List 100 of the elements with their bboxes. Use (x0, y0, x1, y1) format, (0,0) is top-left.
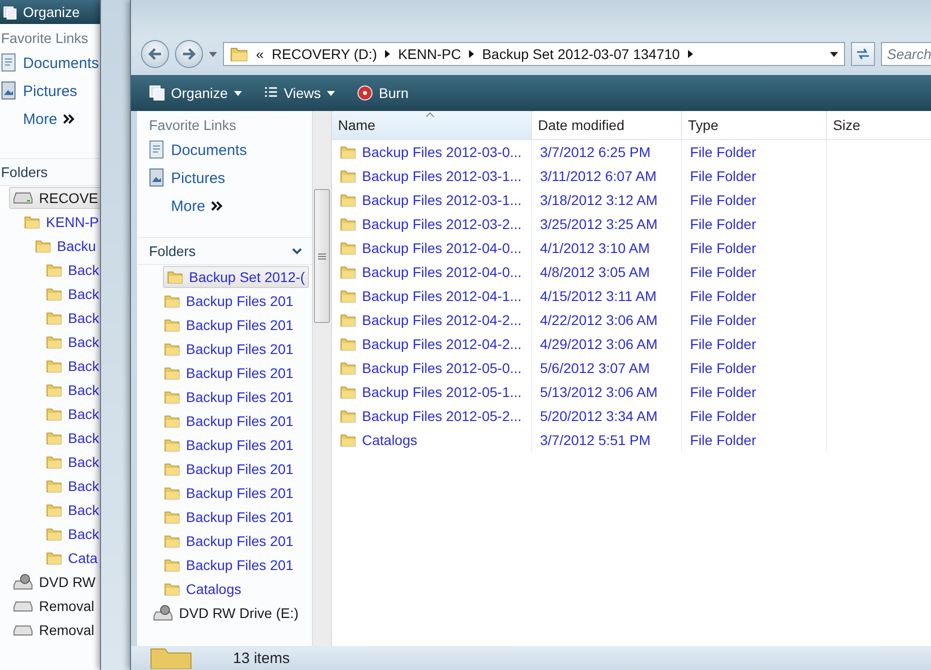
favorite-link[interactable]: Pictures (23, 82, 78, 100)
toolbar-button[interactable]: Organize (145, 83, 246, 103)
table-cell: File Folder (682, 356, 827, 380)
table-cell[interactable]: Backup Files 2012-05-0... (332, 356, 532, 380)
tree-item[interactable]: Back (42, 283, 102, 305)
tree-item[interactable]: Backu (31, 235, 100, 257)
table-cell[interactable]: Backup Files 2012-04-1... (332, 284, 532, 308)
table-cell[interactable]: Backup Files 2012-04-2... (332, 332, 532, 356)
tree-item[interactable]: Back (42, 451, 102, 473)
table-cell[interactable]: Backup Files 2012-03-0... (332, 140, 532, 164)
section-title: Favorite Links (149, 117, 238, 133)
refresh-button[interactable] (851, 42, 875, 66)
breadcrumb[interactable]: RECOVERY (D:) (272, 46, 378, 62)
tree-item[interactable]: Backup Files 201 (160, 362, 298, 384)
documents-icon (149, 140, 165, 160)
table-cell[interactable]: Backup Files 2012-03-2... (332, 212, 532, 236)
tree-item[interactable]: Backup Files 201 (160, 314, 298, 336)
table-cell: File Folder (682, 284, 827, 308)
table-cell[interactable]: Backup Files 2012-03-1... (332, 188, 532, 212)
tree-item[interactable]: Back (42, 331, 102, 353)
folder-icon (46, 502, 62, 518)
organize-icon (3, 6, 17, 20)
breadcrumb-overflow[interactable]: « (256, 46, 264, 62)
favorite-link[interactable]: Documents (23, 54, 99, 72)
toolbar-button[interactable]: Views (260, 83, 339, 103)
folder-icon (46, 550, 62, 566)
table-cell: 3/7/2012 5:51 PM (532, 428, 682, 452)
tree-item[interactable]: Cata (42, 547, 102, 569)
folder-icon (46, 286, 62, 302)
tree-item[interactable]: Back (42, 403, 102, 425)
tree-item[interactable]: Catalogs (160, 578, 246, 600)
tree-item[interactable]: Back (42, 523, 102, 545)
tree-item[interactable]: KENN-P (20, 211, 102, 233)
tree-item[interactable]: Backup Files 201 (160, 338, 298, 360)
table-cell: 4/1/2012 3:10 AM (532, 236, 682, 260)
table-cell: File Folder (682, 308, 827, 332)
tree-item[interactable]: Backup Files 201 (160, 554, 298, 576)
folder-icon (164, 293, 180, 309)
back-button[interactable] (141, 40, 169, 68)
caret-icon (830, 52, 838, 56)
toolbar-button[interactable]: Burn (352, 83, 412, 103)
tree-item[interactable]: DVD RW (9, 571, 100, 593)
tree-item[interactable]: RECOVE (9, 187, 102, 209)
table-cell[interactable]: Backup Files 2012-05-1... (332, 380, 532, 404)
forward-button[interactable] (175, 40, 203, 68)
folder-icon (46, 358, 62, 374)
tree-item[interactable]: Back (42, 427, 102, 449)
tree-item[interactable]: Back (42, 475, 102, 497)
table-cell[interactable]: Backup Files 2012-04-0... (332, 236, 532, 260)
tree-item[interactable]: Back (42, 379, 102, 401)
folders-header[interactable]: Folders (1, 164, 48, 180)
column-header[interactable]: Name (332, 111, 532, 140)
tree-item[interactable]: Backup Files 201 (160, 482, 298, 504)
table-cell[interactable]: Backup Files 2012-04-2... (332, 308, 532, 332)
breadcrumb[interactable]: KENN-PC (398, 46, 462, 62)
breadcrumb[interactable]: Backup Set 2012-03-07 134710 (482, 46, 680, 62)
folder-icon (164, 557, 180, 573)
table-cell[interactable]: Backup Files 2012-04-0... (332, 260, 532, 284)
address-bar[interactable]: « RECOVERY (D:) KENN-PC Backup Set 2012-03-07 134710 (223, 42, 845, 66)
folder-icon (46, 262, 62, 278)
scrollbar[interactable] (312, 111, 331, 646)
tree-item[interactable]: Backup Files 201 (160, 458, 298, 480)
table-cell[interactable]: Backup Files 2012-03-1... (332, 164, 532, 188)
tree-item[interactable]: Backup Files 201 (160, 290, 298, 312)
tree-item[interactable]: Back (42, 259, 102, 281)
folder-icon (164, 485, 180, 501)
tree-item[interactable]: Removal (9, 619, 98, 641)
tree-item[interactable]: DVD RW Drive (E:) (149, 602, 303, 624)
folder-icon (230, 45, 248, 63)
tree-item[interactable]: Back (42, 355, 102, 377)
tree-item[interactable]: Backup Files 201 (160, 506, 298, 528)
scrollbar-thumb[interactable] (314, 189, 330, 323)
folders-header[interactable]: Folders (149, 243, 196, 259)
table-cell[interactable]: Backup Files 2012-05-2... (332, 404, 532, 428)
favorite-link[interactable]: More (23, 110, 58, 128)
table-cell: 3/18/2012 3:12 AM (532, 188, 682, 212)
favorite-link[interactable]: Pictures (171, 170, 226, 186)
folder-icon (46, 334, 62, 350)
search-field[interactable]: Search (881, 42, 931, 66)
column-header[interactable]: Type (682, 111, 827, 140)
tree-item[interactable]: Backup Files 201 (160, 410, 298, 432)
tree-item[interactable]: Backup Files 201 (160, 530, 298, 552)
tree-item[interactable]: Backup Set 2012-( (163, 266, 309, 288)
table-cell[interactable]: Catalogs (332, 428, 532, 452)
folder-icon (164, 413, 180, 429)
tree-item[interactable]: Back (42, 307, 102, 329)
table-cell: File Folder (682, 140, 827, 164)
folder-icon (340, 360, 356, 376)
double-chevron-icon (63, 114, 76, 124)
pictures-icon (149, 168, 165, 188)
tree-item[interactable]: Backup Files 201 (160, 386, 298, 408)
favorite-link[interactable]: Documents (171, 142, 247, 158)
column-header[interactable]: Date modified (532, 111, 682, 140)
tree-item[interactable]: Backup Files 201 (160, 434, 298, 456)
table-cell: 4/15/2012 3:11 AM (532, 284, 682, 308)
folder-icon (46, 430, 62, 446)
caret-icon (234, 90, 242, 96)
tree-item[interactable]: Removal (9, 595, 98, 617)
favorite-link[interactable]: More (171, 198, 206, 214)
tree-item[interactable]: Back (42, 499, 102, 521)
